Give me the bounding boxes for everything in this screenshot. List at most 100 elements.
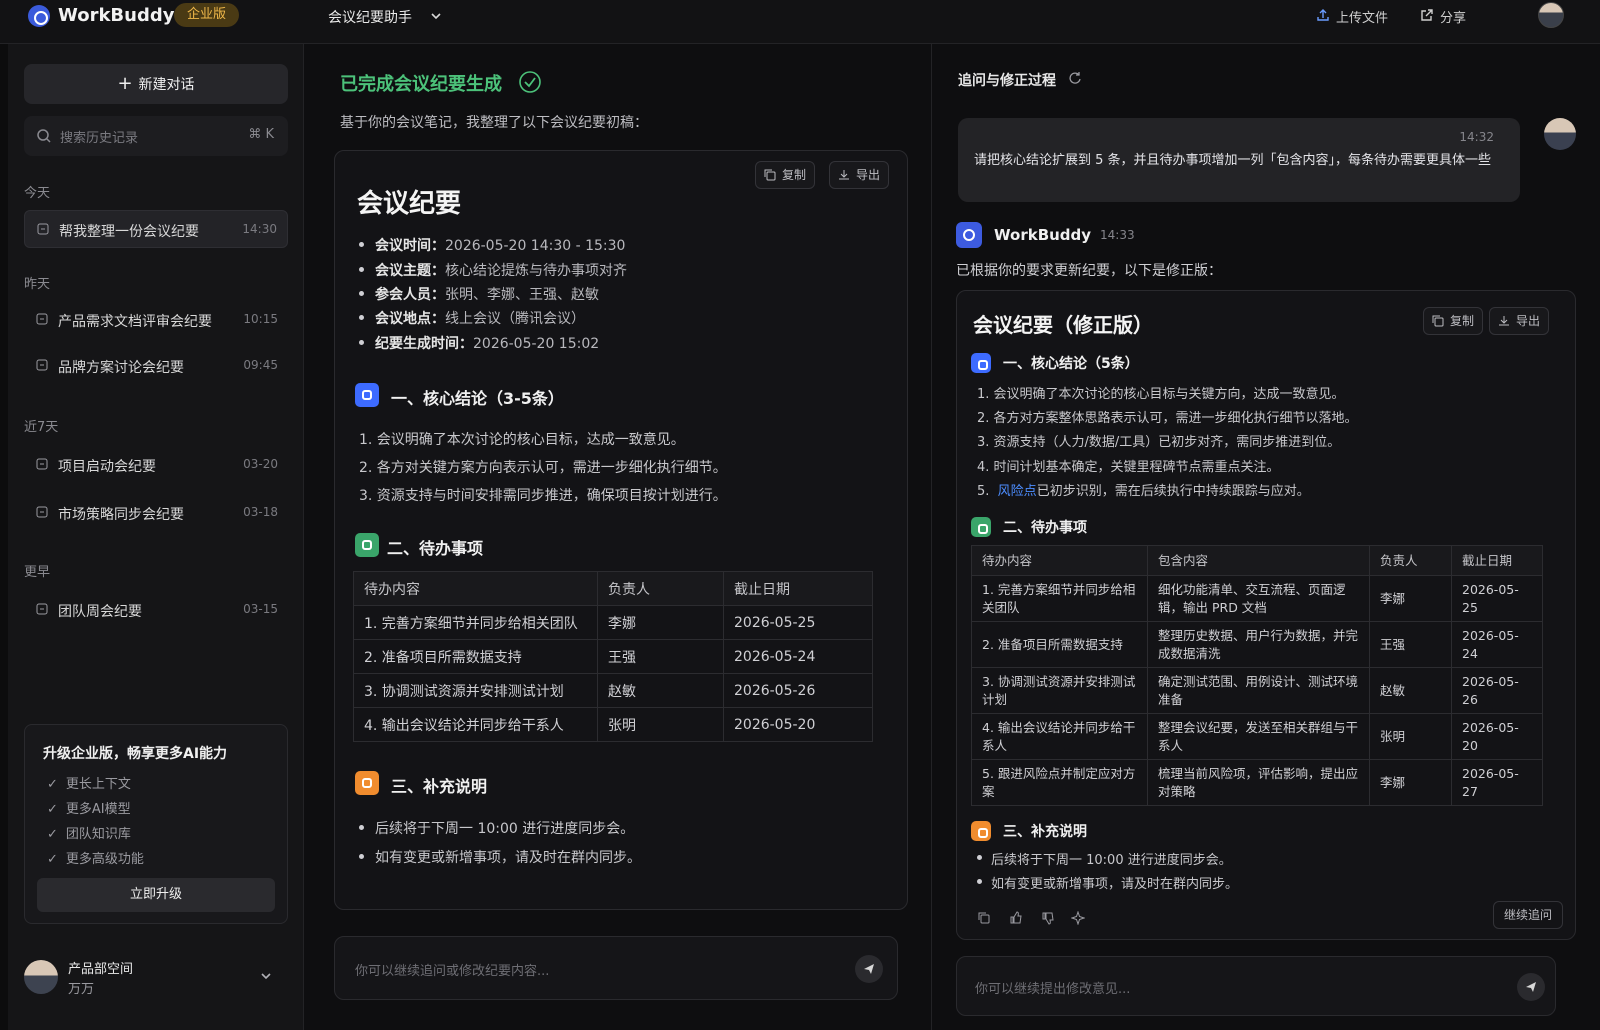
send-icon [1526,982,1536,992]
upload-icon[interactable] [1316,8,1330,22]
table-row: 3. 协调测试资源并安排测试计划 确定测试范围、用例设计、测试环境准备 赵敏 2026… [971,667,1543,714]
download-icon [1499,316,1509,326]
history-item-time: 09:45 [243,358,278,372]
history-item-title: 产品需求文档评审会纪要 [58,314,212,330]
chat-icon [36,359,48,371]
table-row: 3. 协调测试资源并安排测试计划 赵敏 2026-05-26 [353,673,873,708]
copy-icon [1432,315,1444,327]
group-label-7days: 近7天 [24,420,59,435]
doc-title: 会议纪要（修正版） [973,313,1153,337]
chevron-down-icon[interactable] [430,10,442,22]
history-item-time: 10:15 [243,312,278,326]
send-button[interactable] [855,955,883,983]
upgrade-panel: 升级企业版，畅享更多AI能力 ✓ 更长上下文 ✓ 更多AI模型 ✓ 团队知识库 ✓ 更多… [24,724,288,924]
new-chat-button[interactable]: + 新建对话 [24,64,288,104]
meta-item: 纪要生成时间：2026-05-20 15:02 [359,333,599,353]
history-item[interactable]: 帮我整理一份会议纪要 14:30 [24,210,288,248]
thumbs-down-icon[interactable] [1041,911,1055,925]
download-icon [839,170,849,180]
share-icon[interactable] [1420,8,1434,22]
history-item-time: 03-15 [243,602,278,616]
table-row: 4. 输出会议结论并同步给干系人 整理会议纪要，发送至相关群组与干系人 张明 2026… [971,713,1543,760]
message-input[interactable]: 你可以继续追问或修改纪要内容... [334,936,898,1000]
history-item[interactable]: 品牌方案讨论会纪要 09:45 [24,347,288,385]
sparkle-icon[interactable] [1071,911,1085,925]
meta-item: 会议地点：线上会议（腾讯会议） [359,308,585,328]
conclusion-item: 3. 资源支持（人力/数据/工具）已初步对齐，需同步推进到位。 [977,435,1341,450]
status-title: 已完成会议纪要生成 [340,74,502,95]
user-avatar[interactable] [1538,2,1564,28]
check-icon: ✓ [47,827,58,842]
upgrade-feature: ✓ 更多AI模型 [47,802,131,817]
workspace-name[interactable]: 产品部空间 [68,958,133,977]
copy-icon [764,169,776,181]
export-button[interactable]: 导出 [1489,307,1550,335]
edition-badge: 企业版 [174,3,240,27]
meta-item: 会议主题：核心结论提炼与待办事项对齐 [359,260,627,280]
copy-button[interactable]: 复制 [755,161,816,189]
table-header: 截止日期 [723,571,873,606]
history-item-time: 14:30 [242,222,277,236]
upgrade-now-button[interactable]: 立即升级 [37,878,275,912]
table-header: 待办内容 [353,571,598,606]
search-shortcut: ⌘ K [248,127,274,142]
history-item-title: 帮我整理一份会议纪要 [59,224,199,240]
plus-icon: + [117,73,133,94]
intro-text: 基于你的会议笔记，我整理了以下会议纪要初稿： [340,115,648,131]
meta-item: 会议时间：2026-05-20 14:30 - 15:30 [359,235,625,255]
doc-title: 会议纪要 [357,189,462,219]
revision-panel: 追问与修正过程 14:32 请把核心结论扩展到 5 条，并且待办事项增加一列「包… [932,44,1600,1030]
bot-time: 14:33 [1100,228,1135,242]
conclusion-item: 4. 时间计划基本确定，关键里程碑节点需重点关注。 [977,460,1280,475]
section-title-todo: 二、待办事项 [1003,520,1087,536]
history-search-input[interactable]: 搜索历史记录 ⌘ K [24,116,288,156]
section-icon [971,517,991,537]
table-row: 2. 准备项目所需数据支持 整理历史数据、用户行为数据，并完成数据清洗 王强 2026… [971,621,1543,668]
copy-icon[interactable] [977,911,991,925]
upgrade-title: 升级企业版，畅享更多AI能力 [43,746,228,762]
conclusion-item: 1. 会议明确了本次讨论的核心目标，达成一致意见。 [359,432,685,448]
refresh-icon[interactable] [1068,70,1082,84]
section-title-conclusions: 一、核心结论（5条） [1003,356,1139,372]
history-item[interactable]: 团队周会纪要 03-15 [24,591,288,629]
assistant-selector[interactable]: 会议纪要助手 [328,7,412,27]
revision-title: 追问与修正过程 [958,73,1056,89]
table-header: 负责人 [597,571,724,606]
upload-file-button[interactable]: 上传文件 [1336,7,1388,26]
section-icon [971,821,991,841]
copy-button[interactable]: 复制 [1423,307,1484,335]
section-icon [355,383,379,407]
history-item[interactable]: 市场策略同步会纪要 03-18 [24,494,288,532]
user-name: 万万 [68,982,95,997]
history-item-title: 品牌方案讨论会纪要 [58,360,184,376]
history-item-title: 市场策略同步会纪要 [58,507,184,523]
minutes-card: 复制 导出 会议纪要 会议时间：2026-05-20 14:30 - 15:30… [334,150,908,910]
upgrade-feature: ✓ 团队知识库 [47,827,131,842]
avatar[interactable] [24,960,58,994]
risk-link[interactable]: 风险点 [998,484,1037,499]
send-button[interactable] [1517,973,1545,1001]
main-panel: 已完成会议纪要生成 基于你的会议笔记，我整理了以下会议纪要初稿： 复制 导出 会… [304,44,932,1030]
chat-icon [36,603,48,615]
history-item[interactable]: 产品需求文档评审会纪要 10:15 [24,301,288,339]
note-item: 后续将于下周一 10:00 进行进度同步会。 [977,849,1232,868]
search-icon [36,128,52,144]
share-button[interactable]: 分享 [1440,7,1466,26]
chat-icon [36,313,48,325]
group-label-earlier: 更早 [24,565,51,580]
check-circle-icon [518,70,542,94]
export-button[interactable]: 导出 [829,161,890,189]
note-item: 如有变更或新增事项，请及时在群内同步。 [359,847,641,867]
conclusion-item: 2. 各方对方案整体思路表示认可，需进一步细化执行细节以落地。 [977,411,1358,426]
input-placeholder: 你可以继续提出修改意见... [975,982,1131,997]
todo-table: 待办内容 负责人 截止日期 1. 完善方案细节并同步给相关团队 李娜 2026-05-2… [353,571,873,742]
continue-ask-button[interactable]: 继续追问 [1492,901,1563,929]
upgrade-feature: ✓ 更多高级功能 [47,852,144,867]
thumbs-up-icon[interactable] [1009,911,1023,925]
chevron-down-icon[interactable] [260,970,272,982]
note-item: 如有变更或新增事项，请及时在群内同步。 [977,873,1238,892]
conclusion-item: 5. 风险点已初步识别，需在后续执行中持续跟踪与应对。 [977,484,1310,499]
chat-icon [36,458,48,470]
revision-input[interactable]: 你可以继续提出修改意见... [956,956,1556,1016]
history-item[interactable]: 项目启动会纪要 03-20 [24,446,288,484]
